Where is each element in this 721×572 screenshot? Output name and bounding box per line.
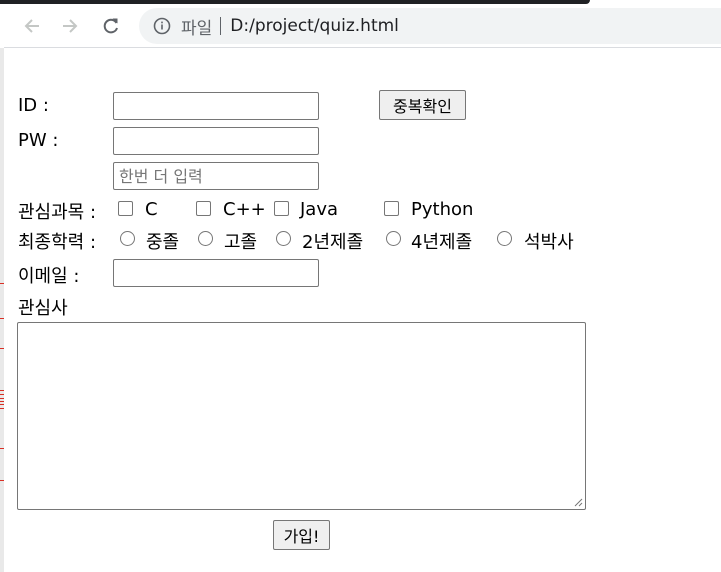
education-4year-radio[interactable] xyxy=(386,231,401,246)
education-2year-radio[interactable] xyxy=(276,231,291,246)
subject-cpp-label: C++ xyxy=(223,199,266,220)
toolbar-divider xyxy=(4,47,721,48)
submit-button[interactable]: 가입! xyxy=(273,520,330,550)
info-icon[interactable] xyxy=(153,17,171,35)
subject-cpp-checkbox[interactable] xyxy=(196,201,211,216)
scheme-label: 파일 xyxy=(181,18,213,39)
education-middle-radio[interactable] xyxy=(120,231,135,246)
id-label: ID : xyxy=(18,95,49,116)
education-label: 최종학력 : xyxy=(18,232,97,253)
education-grad-radio[interactable] xyxy=(497,231,512,246)
email-input[interactable] xyxy=(113,259,319,287)
education-high-radio[interactable] xyxy=(198,231,213,246)
education-high-label: 고졸 xyxy=(224,232,258,253)
duplicate-check-button[interactable]: 중복확인 xyxy=(379,90,466,120)
interests-textarea[interactable] xyxy=(17,322,586,510)
subject-java-label: Java xyxy=(300,199,339,220)
reload-button[interactable] xyxy=(96,11,126,41)
url-separator xyxy=(220,17,222,35)
url-text[interactable]: D:/project/quiz.html xyxy=(230,16,399,36)
id-input[interactable] xyxy=(113,92,319,120)
subject-c-label: C xyxy=(145,199,158,220)
interests-label: 관심사 xyxy=(18,298,68,319)
education-middle-label: 중졸 xyxy=(146,232,180,253)
pw-label: PW : xyxy=(18,130,59,151)
back-button[interactable] xyxy=(17,11,47,41)
reload-icon xyxy=(103,18,118,34)
forward-arrow-icon xyxy=(63,19,78,33)
password-confirm-input[interactable] xyxy=(113,162,319,190)
resize-grip-icon[interactable] xyxy=(573,497,583,507)
education-grad-label: 석박사 xyxy=(524,232,574,253)
email-label: 이메일 : xyxy=(18,266,80,287)
left-edge-strip xyxy=(0,48,4,572)
subjects-label: 관심과목 : xyxy=(18,202,97,223)
subject-c-checkbox[interactable] xyxy=(118,201,133,216)
subject-python-label: Python xyxy=(411,199,474,220)
back-arrow-icon xyxy=(24,19,39,33)
browser-toolbar: 파일 D:/project/quiz.html xyxy=(0,4,721,48)
subject-python-checkbox[interactable] xyxy=(384,201,399,216)
education-4year-label: 4년제졸 xyxy=(411,232,473,253)
subject-java-checkbox[interactable] xyxy=(274,201,289,216)
password-input[interactable] xyxy=(113,127,319,155)
address-bar[interactable]: 파일 D:/project/quiz.html xyxy=(139,8,721,44)
forward-button[interactable] xyxy=(55,11,85,41)
education-2year-label: 2년제졸 xyxy=(302,232,364,253)
